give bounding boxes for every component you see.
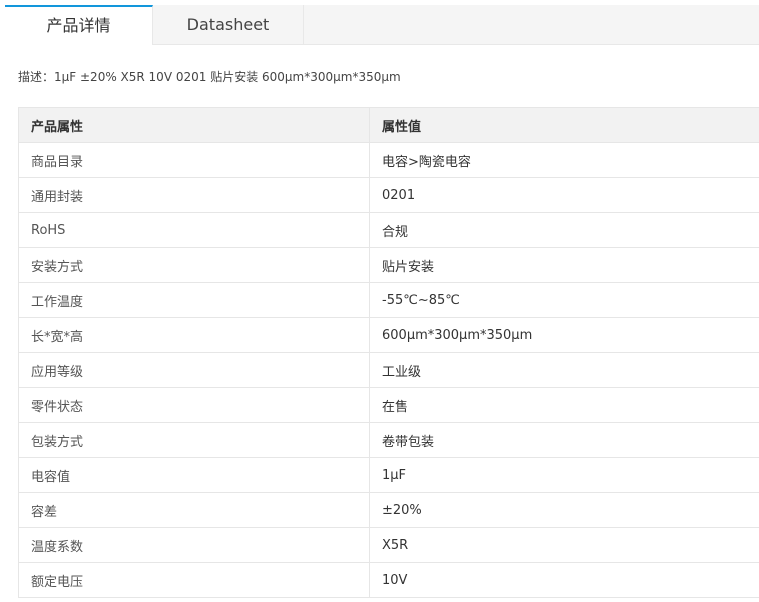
attribute-value: 0201 (369, 177, 759, 213)
attribute-value: 贴片安装 (369, 247, 759, 283)
attribute-value: 在售 (369, 387, 759, 423)
description-value: 1μF ±20% X5R 10V 0201 贴片安装 600μm*300μm*3… (54, 70, 401, 84)
attribute-value: 电容>陶瓷电容 (369, 142, 759, 178)
attribute-name: RoHS (18, 212, 370, 248)
table-row: 温度系数 X5R (18, 527, 759, 563)
table-row: 电容值 1μF (18, 457, 759, 493)
attribute-name: 商品目录 (18, 142, 370, 178)
attribute-value: 600μm*300μm*350μm (369, 317, 759, 353)
table-row: RoHS 合规 (18, 212, 759, 248)
attribute-name: 容差 (18, 492, 370, 528)
attribute-name: 包装方式 (18, 422, 370, 458)
table-row: 通用封装 0201 (18, 177, 759, 213)
attribute-name: 额定电压 (18, 562, 370, 598)
attribute-value: ±20% (369, 492, 759, 528)
attribute-table: 产品属性 属性值 商品目录 电容>陶瓷电容 通用封装 0201 RoHS 合规 安装方… (18, 107, 759, 598)
table-row: 工作温度 -55℃~85℃ (18, 282, 759, 318)
table-header-row: 产品属性 属性值 (18, 107, 759, 143)
attribute-value: 工业级 (369, 352, 759, 388)
tab-product-details[interactable]: 产品详情 (5, 5, 153, 45)
tab-bar: 产品详情 Datasheet (5, 5, 759, 45)
attribute-name: 电容值 (18, 457, 370, 493)
table-row: 商品目录 电容>陶瓷电容 (18, 142, 759, 178)
attribute-value: 10V (369, 562, 759, 598)
attribute-name: 长*宽*高 (18, 317, 370, 353)
table-row: 容差 ±20% (18, 492, 759, 528)
attribute-value: 1μF (369, 457, 759, 493)
tab-datasheet[interactable]: Datasheet (153, 5, 304, 44)
attribute-name: 安装方式 (18, 247, 370, 283)
table-row: 安装方式 贴片安装 (18, 247, 759, 283)
description-label: 描述： (18, 70, 55, 84)
column-header-value: 属性值 (369, 107, 759, 143)
attribute-name: 通用封装 (18, 177, 370, 213)
attribute-value: -55℃~85℃ (369, 282, 759, 318)
table-row: 包装方式 卷带包装 (18, 422, 759, 458)
attribute-name: 零件状态 (18, 387, 370, 423)
product-description: 描述：1μF ±20% X5R 10V 0201 贴片安装 600μm*300μ… (18, 68, 401, 85)
attribute-value: 卷带包装 (369, 422, 759, 458)
table-row: 零件状态 在售 (18, 387, 759, 423)
table-row: 长*宽*高 600μm*300μm*350μm (18, 317, 759, 353)
attribute-name: 工作温度 (18, 282, 370, 318)
attribute-value: 合规 (369, 212, 759, 248)
attribute-name: 温度系数 (18, 527, 370, 563)
table-row: 应用等级 工业级 (18, 352, 759, 388)
column-header-attribute: 产品属性 (18, 107, 370, 143)
product-detail-page: 产品详情 Datasheet 描述：1μF ±20% X5R 10V 0201 … (0, 0, 759, 602)
attribute-value: X5R (369, 527, 759, 563)
table-row: 额定电压 10V (18, 562, 759, 598)
attribute-name: 应用等级 (18, 352, 370, 388)
